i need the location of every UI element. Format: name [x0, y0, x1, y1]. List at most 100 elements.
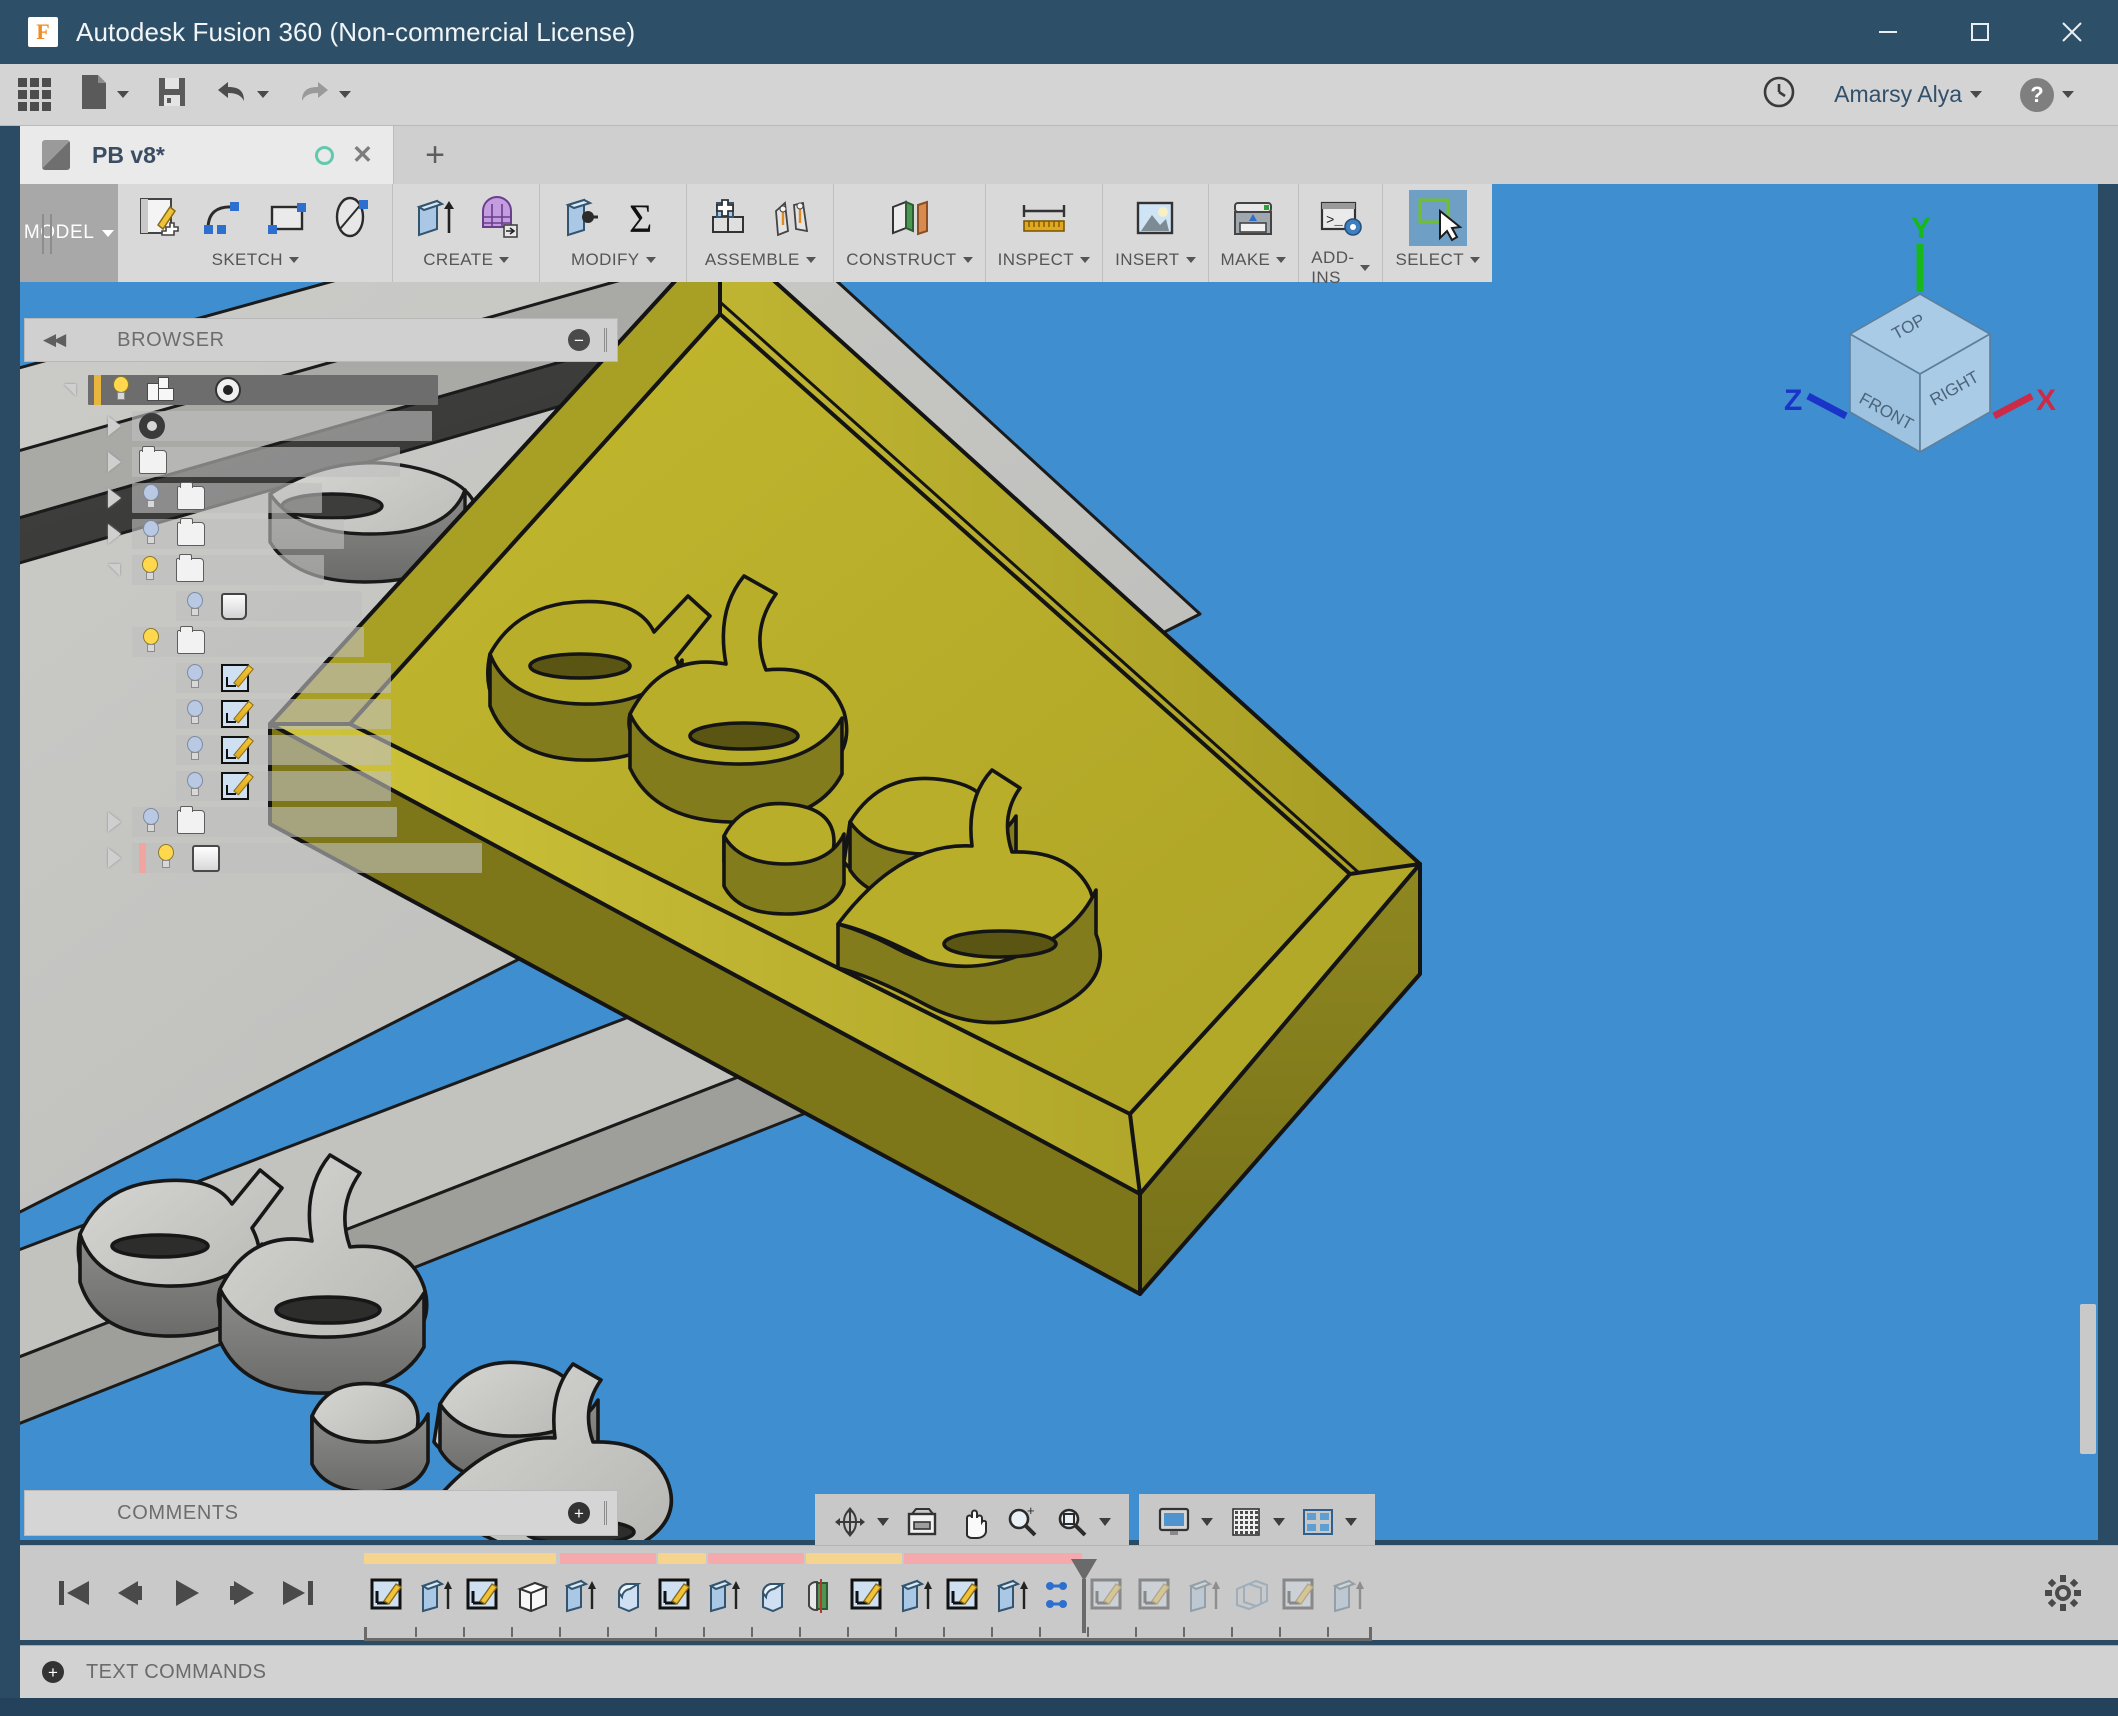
timeline-feature-sketch[interactable] — [1276, 1571, 1323, 1621]
undo-button[interactable] — [205, 64, 279, 126]
pan-icon[interactable] — [949, 1497, 995, 1547]
scripts-addins-icon[interactable]: >_ — [1312, 190, 1370, 246]
expand-arrow-icon[interactable] — [108, 488, 121, 508]
timeline-feature-fillet[interactable] — [604, 1571, 651, 1621]
tree-item-sketch4[interactable] — [24, 768, 618, 804]
viewports-icon[interactable] — [1295, 1497, 1341, 1547]
jump-to-end-icon[interactable] — [278, 1573, 318, 1613]
timeline-marker[interactable] — [1071, 1559, 1097, 1581]
expand-arrow-icon[interactable] — [108, 452, 121, 472]
redo-button[interactable] — [287, 64, 361, 126]
visibility-bulb-icon[interactable] — [183, 592, 207, 620]
new-component-icon[interactable] — [699, 190, 757, 246]
extrude-icon[interactable] — [405, 190, 463, 246]
timeline-feature-extrude[interactable] — [556, 1571, 603, 1621]
visibility-bulb-icon[interactable] — [183, 664, 207, 692]
tree-item-origin[interactable] — [24, 480, 618, 516]
rectangle-icon[interactable] — [258, 190, 316, 246]
tree-item-named-views[interactable] — [24, 444, 618, 480]
visibility-bulb-icon[interactable] — [109, 376, 133, 404]
press-pull-icon[interactable] — [552, 190, 610, 246]
joint-icon[interactable] — [763, 190, 821, 246]
visibility-bulb-icon[interactable] — [139, 484, 163, 512]
timeline-feature-sketch[interactable] — [652, 1571, 699, 1621]
text-commands-bar[interactable]: + TEXT COMMANDS — [20, 1645, 2118, 1698]
timeline-feature-revolve[interactable] — [796, 1571, 843, 1621]
insert-image-icon[interactable] — [1126, 190, 1184, 246]
resize-grip[interactable] — [604, 328, 607, 352]
collapse-panel-icon[interactable]: ◀◀ — [43, 330, 66, 350]
create-sketch-icon[interactable] — [130, 190, 188, 246]
tree-item-body1[interactable] — [24, 588, 618, 624]
chevron-down-icon[interactable] — [877, 1518, 889, 1526]
tree-item-construction[interactable] — [24, 804, 618, 840]
select-window-icon[interactable] — [1408, 190, 1467, 246]
timeline-feature-extrude[interactable] — [700, 1571, 747, 1621]
visibility-bulb-icon[interactable] — [139, 808, 163, 836]
expand-arrow-icon[interactable] — [108, 524, 121, 544]
timeline-feature-extrude[interactable] — [892, 1571, 939, 1621]
grid-snaps-icon[interactable] — [1223, 1497, 1269, 1547]
spline-icon[interactable] — [194, 190, 252, 246]
visibility-bulb-icon[interactable] — [139, 520, 163, 548]
play-icon[interactable] — [166, 1573, 206, 1613]
visibility-bulb-icon[interactable] — [183, 772, 207, 800]
new-tab-button[interactable]: + — [400, 126, 470, 184]
timeline-feature-copy[interactable] — [1228, 1571, 1275, 1621]
jump-to-beginning-icon[interactable] — [54, 1573, 94, 1613]
measure-icon[interactable] — [1015, 190, 1073, 246]
maximize-button[interactable] — [1934, 0, 2026, 64]
resize-grip[interactable] — [604, 1501, 607, 1525]
chevron-down-icon[interactable] — [1099, 1518, 1111, 1526]
step-back-icon[interactable] — [110, 1573, 150, 1613]
ellipse-icon[interactable] — [322, 190, 380, 246]
chevron-down-icon[interactable] — [1201, 1518, 1213, 1526]
recent-activity-button[interactable] — [1752, 64, 1806, 126]
expand-arrow-icon[interactable] — [108, 416, 121, 436]
tree-item-bodies[interactable] — [24, 552, 618, 588]
chevron-down-icon[interactable] — [1345, 1518, 1357, 1526]
comments-panel[interactable]: ◀◀ COMMENTS + — [24, 1490, 618, 1536]
visibility-bulb-icon[interactable] — [139, 628, 163, 656]
viewport-scrollbar[interactable] — [2080, 1304, 2096, 1454]
tree-item-sketches[interactable] — [24, 624, 618, 660]
help-menu[interactable]: ? — [2010, 64, 2084, 126]
minimize-button[interactable] — [1842, 0, 1934, 64]
visibility-bulb-icon[interactable] — [154, 844, 178, 872]
timeline-feature-extrude[interactable] — [1324, 1571, 1371, 1621]
collapse-arrow-icon[interactable] — [64, 384, 76, 396]
tree-item-sketch3[interactable] — [24, 732, 618, 768]
visibility-bulb-icon[interactable] — [138, 556, 162, 584]
close-tab-icon[interactable]: ✕ — [352, 140, 373, 170]
tree-item-document-settings[interactable] — [24, 408, 618, 444]
timeline-feature-sketch[interactable] — [460, 1571, 507, 1621]
timeline-feature-extrude[interactable] — [412, 1571, 459, 1621]
collapse-arrow-icon[interactable] — [108, 564, 120, 576]
tree-item-sketch1[interactable] — [24, 660, 618, 696]
chevron-down-icon[interactable] — [1273, 1518, 1285, 1526]
timeline-feature-sketch[interactable] — [940, 1571, 987, 1621]
zoom-fit-icon[interactable] — [1049, 1497, 1095, 1547]
workspace-switcher[interactable]: MODEL — [20, 184, 119, 282]
add-comment-icon[interactable]: + — [568, 1502, 590, 1524]
offset-plane-icon[interactable] — [880, 190, 938, 246]
timeline-feature-sketch[interactable] — [364, 1571, 411, 1621]
visibility-bulb-icon[interactable] — [183, 700, 207, 728]
step-forward-icon[interactable] — [222, 1573, 262, 1613]
show-data-panel-button[interactable] — [8, 64, 61, 126]
timeline-feature-extrude[interactable] — [1180, 1571, 1227, 1621]
timeline-settings-button[interactable] — [2044, 1574, 2082, 1617]
look-at-icon[interactable] — [899, 1497, 945, 1547]
document-tab[interactable]: PB v8* ✕ — [20, 126, 394, 184]
3d-print-icon[interactable] — [1224, 190, 1282, 246]
expand-text-commands-icon[interactable]: + — [42, 1661, 64, 1683]
close-button[interactable] — [2026, 0, 2118, 64]
sum-icon[interactable]: Σ — [616, 190, 674, 246]
user-menu[interactable]: Amarsy Alya — [1824, 64, 1992, 126]
display-settings-icon[interactable] — [1151, 1497, 1197, 1547]
tree-item-pb-v8[interactable] — [24, 372, 618, 408]
tree-item-chocolate-layer-base-1[interactable] — [24, 840, 618, 876]
tree-item-analysis[interactable] — [24, 516, 618, 552]
timeline-feature-sketch[interactable] — [844, 1571, 891, 1621]
timeline-feature-box[interactable] — [508, 1571, 555, 1621]
